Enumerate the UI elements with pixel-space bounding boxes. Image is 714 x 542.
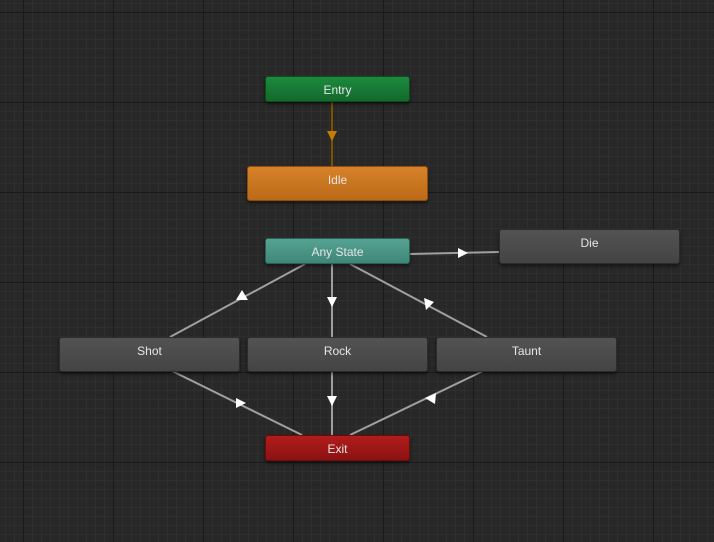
transition-taunt-to-exit[interactable] xyxy=(349,370,484,436)
exit-node-label: Exit xyxy=(327,442,348,456)
any-state-node[interactable]: Any State xyxy=(265,238,410,264)
transition-line[interactable] xyxy=(169,263,306,338)
transition-entry-to-idle[interactable] xyxy=(327,102,337,166)
rock-state-label: Rock xyxy=(323,344,352,358)
die-state-label: Die xyxy=(580,236,599,250)
entry-node-label: Entry xyxy=(323,83,352,97)
arrow-down-icon xyxy=(327,297,337,307)
idle-state-node[interactable]: Idle xyxy=(247,166,428,201)
transition-line[interactable] xyxy=(409,251,500,255)
shot-state-label: Shot xyxy=(137,344,162,358)
transition-anystate-to-rock[interactable] xyxy=(327,264,337,337)
transition-anystate-to-die[interactable] xyxy=(409,248,500,258)
transition-shot-to-exit[interactable] xyxy=(171,370,303,436)
taunt-state-label: Taunt xyxy=(511,344,542,358)
transition-anystate-to-taunt[interactable] xyxy=(349,263,488,338)
transition-line[interactable] xyxy=(349,370,484,436)
animator-graph-canvas[interactable]: Entry Idle Any State Die Shot Rock Taunt… xyxy=(0,0,714,542)
idle-state-label: Idle xyxy=(327,173,348,187)
transition-rock-to-exit[interactable] xyxy=(327,371,337,435)
shot-state-node[interactable]: Shot xyxy=(59,337,240,372)
arrow-right-icon xyxy=(458,248,468,258)
transition-line[interactable] xyxy=(349,263,488,338)
any-state-label: Any State xyxy=(311,245,364,259)
taunt-state-node[interactable]: Taunt xyxy=(436,337,617,372)
entry-node[interactable]: Entry xyxy=(265,76,410,102)
transition-anystate-to-shot[interactable] xyxy=(169,263,306,338)
die-state-node[interactable]: Die xyxy=(499,229,680,264)
arrow-down-icon xyxy=(327,131,337,141)
rock-state-node[interactable]: Rock xyxy=(247,337,428,372)
exit-node[interactable]: Exit xyxy=(265,435,410,461)
arrow-down-icon xyxy=(327,396,337,406)
arrow-down-icon xyxy=(425,393,436,404)
